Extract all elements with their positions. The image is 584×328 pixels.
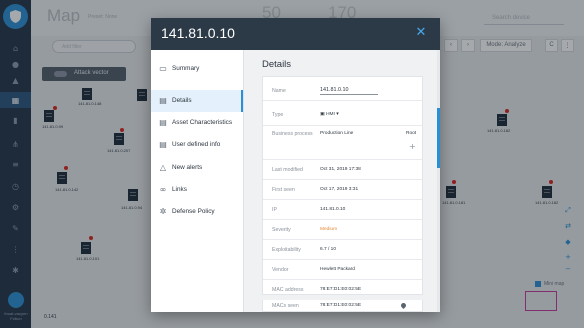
- nav-label: Details: [172, 97, 192, 104]
- nav-label: Defense Policy: [172, 208, 215, 215]
- field-label: Exploitability: [272, 247, 301, 253]
- field-label: Type: [272, 112, 284, 118]
- details-heading: Details: [262, 59, 292, 70]
- field-label: First seen: [272, 187, 295, 193]
- field-row-vendor: Vendor Hewlett Packard: [263, 260, 422, 280]
- field-value: Oct 31, 2019 17:38: [320, 167, 361, 172]
- field-value: Production Line: [320, 131, 354, 136]
- app-root: Map Preset: None 50 170 Search device Ad…: [0, 0, 584, 328]
- field-value: 78:E7:D1:E0:02:5E: [320, 303, 362, 308]
- nav-summary[interactable]: ▭ Summary: [151, 58, 243, 80]
- field-value: Hewlett Packard: [320, 267, 355, 272]
- field-value: 141.81.0.10: [320, 207, 346, 212]
- nav-new-alerts[interactable]: △ New alerts: [151, 157, 243, 179]
- field-label: MACs seen: [272, 303, 299, 309]
- close-icon[interactable]: ✕: [414, 25, 428, 41]
- details-icon: ▤: [159, 96, 167, 105]
- field-label: MAC address: [272, 287, 304, 293]
- field-value: Oct 17, 2019 3:31: [320, 187, 359, 192]
- nav-label: User defined info: [172, 141, 221, 148]
- field-row-ip: IP 141.81.0.10: [263, 200, 422, 220]
- field-row-name: Name 141.81.0.10: [263, 77, 422, 101]
- nav-label: Summary: [172, 65, 200, 72]
- details-card-continued: MACs seen 78:E7:D1:E0:02:5E: [262, 300, 423, 312]
- severity-badge: Medium: [320, 227, 338, 232]
- scrollbar[interactable]: [437, 50, 440, 312]
- nav-user-defined-info[interactable]: ▤ User defined info: [151, 134, 243, 156]
- modal-header: 141.81.0.10 ✕: [151, 18, 440, 50]
- nav-label: Links: [172, 186, 187, 193]
- user-info-icon: ▤: [159, 140, 167, 149]
- type-value: HMI: [326, 112, 335, 117]
- field-value: 6.7 / 10: [320, 247, 337, 252]
- field-label: Severity: [272, 227, 291, 233]
- field-row-mac-address: MAC address 78:E7:D1:E0:02:5E: [263, 280, 422, 300]
- add-business-process-button[interactable]: +: [409, 142, 416, 151]
- field-label: Vendor: [272, 267, 289, 273]
- field-value: 78:E7:D1:E0:02:5E: [320, 287, 362, 292]
- field-row-exploitability: Exploitability 6.7 / 10: [263, 240, 422, 260]
- scrollbar-thumb[interactable]: [437, 108, 440, 168]
- alert-icon: △: [159, 163, 167, 172]
- field-row-type: Type ▣ HMI ▾: [263, 101, 422, 126]
- field-row-severity: Severity Medium: [263, 220, 422, 240]
- summary-icon: ▭: [159, 64, 167, 73]
- chevron-down-icon: ▾: [334, 112, 339, 117]
- defense-icon: ✲: [159, 207, 167, 216]
- nav-details[interactable]: ▤ Details: [151, 90, 243, 112]
- root-label: Root: [406, 131, 417, 136]
- modal-nav: ▭ Summary ▤ Details ▤ Asset Characterist…: [151, 50, 244, 312]
- nav-asset-characteristics[interactable]: ▤ Asset Characteristics: [151, 112, 243, 134]
- link-icon: ∞: [159, 185, 167, 194]
- field-label: Last modified: [272, 167, 303, 173]
- nav-label: New alerts: [172, 164, 203, 171]
- modal-title: 141.81.0.10: [161, 25, 235, 41]
- nav-links[interactable]: ∞ Links: [151, 179, 243, 201]
- details-card: Name 141.81.0.10 Type ▣ HMI ▾ Business p…: [262, 76, 423, 295]
- nav-defense-policy[interactable]: ✲ Defense Policy: [151, 201, 243, 223]
- field-label: Name: [272, 88, 286, 94]
- field-row-first-seen: First seen Oct 17, 2019 3:31: [263, 180, 422, 200]
- field-label: IP: [272, 207, 277, 213]
- field-row-business-process: Business process Production Line Root +: [263, 126, 422, 160]
- type-selector[interactable]: ▣ HMI ▾: [320, 112, 339, 117]
- asset-icon: ▤: [159, 118, 167, 127]
- name-input[interactable]: 141.81.0.10: [320, 87, 378, 95]
- field-row-last-modified: Last modified Oct 31, 2019 17:38: [263, 160, 422, 180]
- nav-label: Asset Characteristics: [172, 119, 233, 126]
- field-label: Business process: [272, 131, 313, 137]
